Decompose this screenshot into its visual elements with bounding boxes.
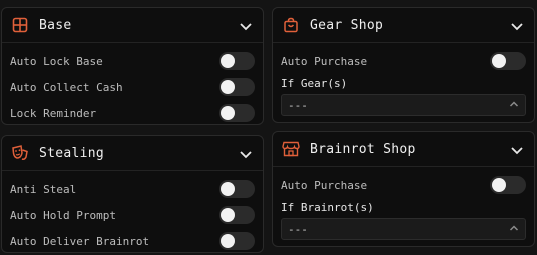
auto-collect-cash-toggle[interactable]	[219, 78, 255, 96]
auto-hold-prompt-label: Auto Hold Prompt	[10, 208, 116, 222]
chevron-up-icon	[509, 223, 519, 236]
lock-reminder-row: Lock Reminder	[2, 100, 263, 126]
chevron-down-icon[interactable]	[239, 18, 253, 32]
shopping-bag-icon	[282, 16, 300, 34]
auto-lock-base-label: Auto Lock Base	[10, 54, 103, 68]
chevron-down-icon[interactable]	[510, 18, 524, 32]
auto-hold-prompt-row: Auto Hold Prompt	[2, 202, 263, 228]
masks-icon	[11, 144, 29, 162]
stealing-panel: Stealing Anti Steal Auto Hold Prompt Aut…	[1, 135, 264, 253]
gear-select-value: ---	[288, 98, 308, 112]
if-gears-label: If Gear(s)	[281, 76, 348, 90]
brainrot-shop-panel: Brainrot Shop Auto Purchase If Brainrot(…	[272, 131, 535, 247]
auto-lock-base-row: Auto Lock Base	[2, 48, 263, 74]
grid-icon	[11, 16, 29, 34]
brainrot-auto-purchase-row: Auto Purchase	[273, 172, 534, 198]
auto-lock-base-toggle[interactable]	[219, 52, 255, 70]
chevron-down-icon[interactable]	[239, 146, 253, 160]
gear-shop-panel: Gear Shop Auto Purchase If Gear(s) ---	[272, 7, 535, 123]
brainrot-auto-purchase-toggle[interactable]	[490, 176, 526, 194]
gear-auto-purchase-toggle[interactable]	[490, 52, 526, 70]
gear-auto-purchase-row: Auto Purchase	[273, 48, 534, 74]
lock-reminder-label: Lock Reminder	[10, 106, 97, 120]
chevron-up-icon	[509, 99, 519, 112]
base-panel-title: Base	[39, 17, 72, 33]
auto-deliver-brainrot-toggle[interactable]	[219, 232, 255, 250]
if-brainrots-label: If Brainrot(s)	[281, 200, 374, 214]
anti-steal-label: Anti Steal	[10, 182, 77, 196]
auto-deliver-brainrot-label: Auto Deliver Brainrot	[10, 234, 150, 248]
chevron-down-icon[interactable]	[510, 142, 524, 156]
brainrot-select-value: ---	[288, 222, 308, 236]
base-panel-header[interactable]: Base	[2, 8, 263, 43]
auto-hold-prompt-toggle[interactable]	[219, 206, 255, 224]
brainrot-select-dropdown[interactable]: ---	[281, 218, 526, 240]
anti-steal-row: Anti Steal	[2, 176, 263, 202]
gear-shop-panel-header[interactable]: Gear Shop	[273, 8, 534, 43]
brainrot-auto-purchase-label: Auto Purchase	[281, 178, 368, 192]
store-icon	[282, 140, 300, 158]
auto-deliver-brainrot-row: Auto Deliver Brainrot	[2, 228, 263, 254]
gear-auto-purchase-label: Auto Purchase	[281, 54, 368, 68]
brainrot-shop-panel-header[interactable]: Brainrot Shop	[273, 132, 534, 167]
auto-collect-cash-label: Auto Collect Cash	[10, 80, 123, 94]
brainrot-shop-panel-title: Brainrot Shop	[310, 141, 416, 157]
gear-shop-panel-title: Gear Shop	[310, 17, 384, 33]
anti-steal-toggle[interactable]	[219, 180, 255, 198]
lock-reminder-toggle[interactable]	[219, 104, 255, 122]
gear-select-dropdown[interactable]: ---	[281, 94, 526, 116]
stealing-panel-header[interactable]: Stealing	[2, 136, 263, 171]
auto-collect-cash-row: Auto Collect Cash	[2, 74, 263, 100]
stealing-panel-title: Stealing	[39, 145, 105, 161]
base-panel: Base Auto Lock Base Auto Collect Cash Lo…	[1, 7, 264, 125]
